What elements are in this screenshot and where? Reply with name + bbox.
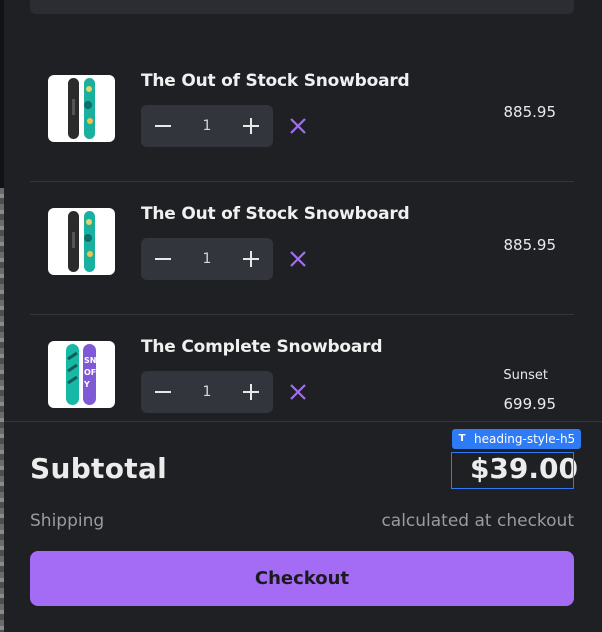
remove-item-button[interactable]: [285, 113, 311, 139]
item-price: 885.95: [503, 236, 557, 254]
close-icon: [290, 118, 306, 134]
subtotal-label: Subtotal: [30, 452, 168, 485]
product-image[interactable]: [48, 75, 115, 142]
svg-text:SN: SN: [84, 356, 96, 365]
decrease-quantity-button[interactable]: [141, 371, 185, 413]
quantity-input[interactable]: 1: [185, 105, 229, 147]
cart-line-item: The Out of Stock Snowboard 1 885.95: [30, 182, 574, 315]
plus-icon: [243, 118, 259, 134]
decrease-quantity-button[interactable]: [141, 105, 185, 147]
remove-item-button[interactable]: [285, 379, 311, 405]
quantity-stepper: 1: [141, 371, 273, 413]
quantity-stepper: 1: [141, 238, 273, 280]
cart-header-block: [30, 0, 574, 14]
shipping-value: calculated at checkout: [381, 511, 574, 531]
svg-text:Y: Y: [83, 380, 90, 389]
inspector-highlight-box: [451, 452, 574, 489]
cart-drawer: The Out of Stock Snowboard 1 885.95 The …: [4, 0, 602, 632]
product-image[interactable]: SN OF Y: [48, 341, 115, 408]
inspector-label-text: heading-style-h5: [474, 432, 576, 446]
svg-text:OF: OF: [84, 368, 96, 377]
item-price: 699.95: [503, 395, 557, 413]
minus-icon: [155, 258, 171, 260]
plus-icon: [243, 251, 259, 267]
checkout-button[interactable]: Checkout: [30, 551, 574, 606]
increase-quantity-button[interactable]: [229, 371, 273, 413]
minus-icon: [155, 391, 171, 393]
decrease-quantity-button[interactable]: [141, 238, 185, 280]
quantity-stepper: 1: [141, 105, 273, 147]
product-title[interactable]: The Complete Snowboard: [141, 337, 383, 357]
increase-quantity-button[interactable]: [229, 105, 273, 147]
increase-quantity-button[interactable]: [229, 238, 273, 280]
item-variant: Sunset: [503, 368, 548, 383]
minus-icon: [155, 125, 171, 127]
product-title[interactable]: The Out of Stock Snowboard: [141, 204, 410, 224]
close-icon: [290, 251, 306, 267]
cart-footer: T heading-style-h5 Subtotal $39.00 Shipp…: [4, 421, 602, 632]
quantity-input[interactable]: 1: [185, 238, 229, 280]
cart-line-item: The Out of Stock Snowboard 1 885.95: [30, 49, 574, 182]
quantity-input[interactable]: 1: [185, 371, 229, 413]
product-image[interactable]: [48, 208, 115, 275]
product-title[interactable]: The Out of Stock Snowboard: [141, 71, 410, 91]
inspector-label: T heading-style-h5: [452, 429, 582, 449]
close-icon: [290, 384, 306, 400]
text-type-icon: T: [458, 433, 466, 444]
remove-item-button[interactable]: [285, 246, 311, 272]
item-price: 885.95: [503, 103, 557, 121]
shipping-label: Shipping: [30, 511, 105, 531]
plus-icon: [243, 384, 259, 400]
